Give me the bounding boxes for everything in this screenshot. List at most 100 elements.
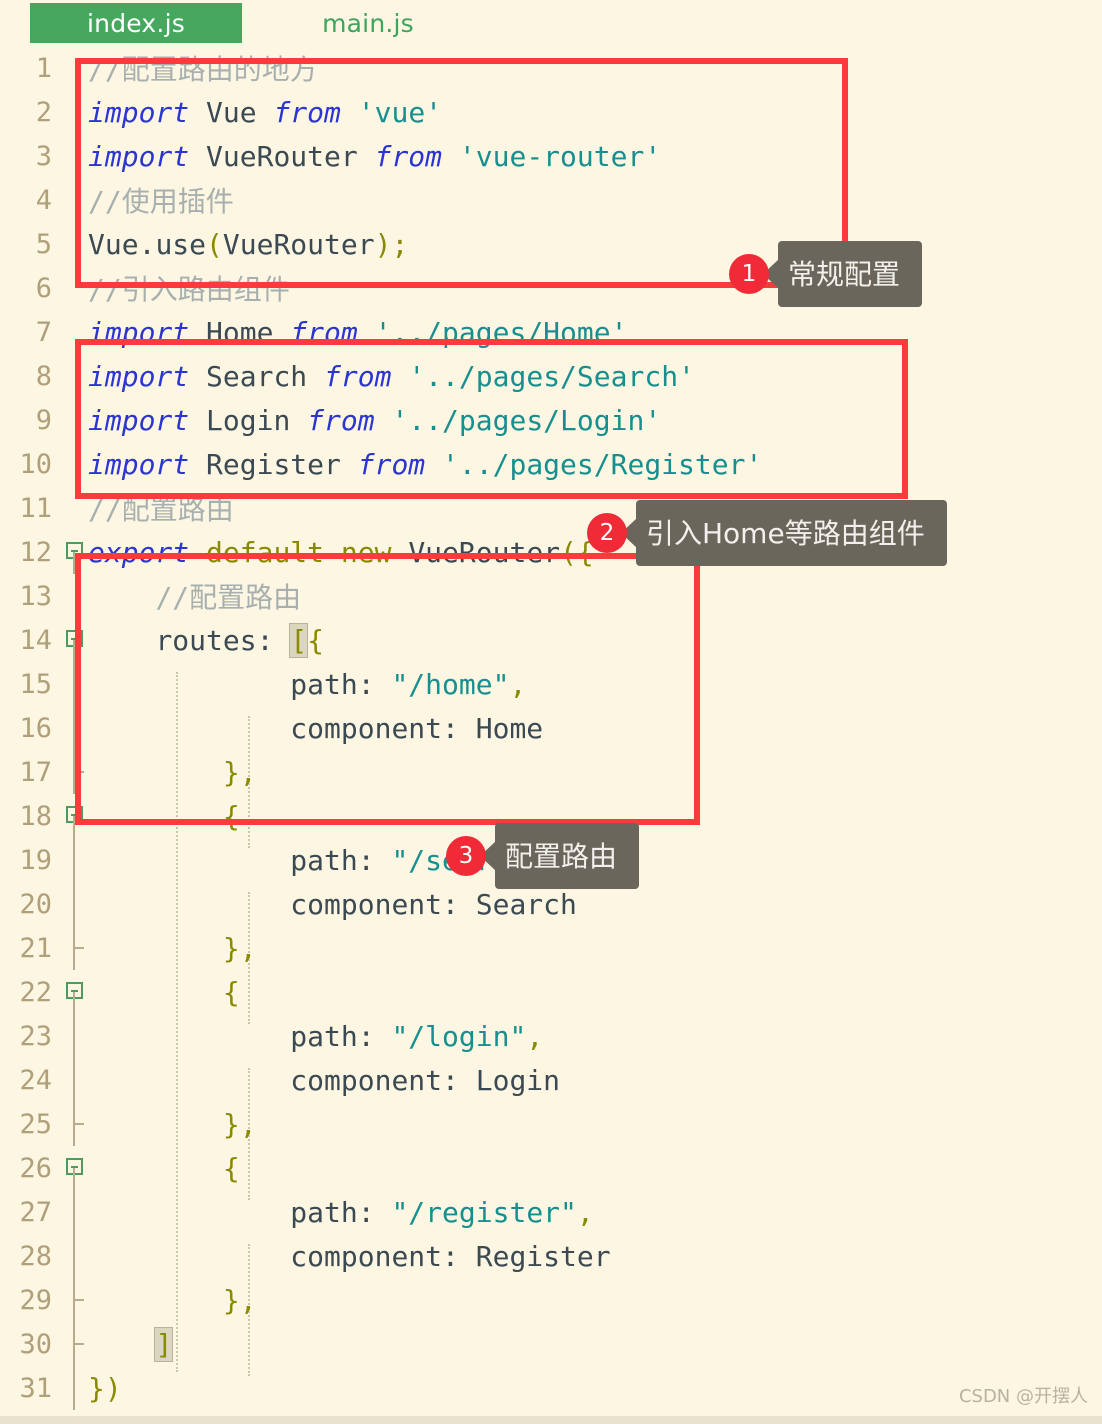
code-text: { — [222, 975, 240, 1009]
code-editor[interactable]: 1 //配置路由的地方 2 import Vue from 'vue' 3 import … — [0, 46, 1102, 1416]
line-number: 6 — [35, 272, 52, 304]
fold-gutter[interactable] — [62, 1102, 88, 1146]
code-line[interactable]: 21 }, — [0, 926, 1102, 970]
line-number: 10 — [19, 448, 52, 480]
code-line[interactable]: 5 Vue.use(VueRouter); — [0, 222, 1102, 266]
line-number: 2 — [35, 96, 52, 128]
code-text: component: Register — [290, 1239, 611, 1273]
fold-gutter[interactable] — [62, 662, 88, 706]
callout-1-badge: 1 — [729, 254, 769, 294]
code-text: //配置路由的地方 — [88, 53, 318, 86]
fold-gutter[interactable] — [62, 1322, 88, 1366]
line-number: 21 — [19, 932, 52, 964]
code-line[interactable]: 26 { — [0, 1146, 1102, 1190]
code-text: path: "/home", — [290, 667, 527, 701]
fold-gutter[interactable] — [62, 618, 88, 662]
fold-gutter[interactable] — [62, 398, 88, 442]
code-line[interactable]: 13 //配置路由 — [0, 574, 1102, 618]
code-line[interactable]: 15 path: "/home", — [0, 662, 1102, 706]
code-text: Vue.use(VueRouter); — [88, 227, 409, 261]
fold-gutter[interactable] — [62, 838, 88, 882]
watermark: CSDN @开摆人 — [958, 1386, 1088, 1407]
code-line[interactable]: 4 //使用插件 — [0, 178, 1102, 222]
fold-line — [73, 1058, 75, 1102]
fold-gutter[interactable] — [62, 750, 88, 794]
fold-gutter[interactable] — [62, 882, 88, 926]
code-line[interactable]: 16 component: Home — [0, 706, 1102, 750]
code-line[interactable]: 30 ] — [0, 1322, 1102, 1366]
fold-line — [73, 1190, 75, 1234]
code-text: //使用插件 — [88, 185, 234, 218]
code-text: routes: [{ — [155, 622, 325, 658]
fold-line — [73, 706, 75, 750]
code-text: component: Login — [290, 1063, 561, 1097]
bottom-bar — [0, 1416, 1102, 1424]
code-line[interactable]: 14 routes: [{ — [0, 618, 1102, 662]
code-line[interactable]: 17 }, — [0, 750, 1102, 794]
fold-end-tick — [73, 1299, 84, 1301]
code-text: { — [222, 1151, 240, 1185]
fold-gutter[interactable] — [62, 442, 88, 486]
fold-gutter[interactable] — [62, 530, 88, 574]
code-text: }, — [222, 1283, 257, 1317]
fold-gutter[interactable] — [62, 1278, 88, 1322]
code-line[interactable]: 23 path: "/login", — [0, 1014, 1102, 1058]
code-line[interactable]: 10 import Register from '../pages/Registe… — [0, 442, 1102, 486]
code-line[interactable]: 22 { — [0, 970, 1102, 1014]
fold-gutter[interactable] — [62, 354, 88, 398]
code-text: import VueRouter from 'vue-router' — [88, 139, 662, 173]
tab-index-js[interactable]: index.js — [30, 3, 242, 43]
fold-gutter[interactable] — [62, 794, 88, 838]
fold-gutter[interactable] — [62, 90, 88, 134]
fold-gutter[interactable] — [62, 1190, 88, 1234]
line-number: 23 — [19, 1020, 52, 1052]
code-text: import Register from '../pages/Register' — [88, 447, 763, 481]
fold-gutter[interactable] — [62, 706, 88, 750]
fold-gutter[interactable] — [62, 1014, 88, 1058]
fold-gutter[interactable] — [62, 1058, 88, 1102]
callout-1-label: 常规配置 — [778, 241, 923, 307]
line-number: 18 — [19, 800, 52, 832]
code-line[interactable]: 24 component: Login — [0, 1058, 1102, 1102]
code-line[interactable]: 25 }, — [0, 1102, 1102, 1146]
fold-gutter[interactable] — [62, 134, 88, 178]
code-line[interactable]: 8 import Search from '../pages/Search' — [0, 354, 1102, 398]
fold-gutter[interactable] — [62, 970, 88, 1014]
code-line[interactable]: 1 //配置路由的地方 — [0, 46, 1102, 90]
line-number: 26 — [19, 1152, 52, 1184]
code-line[interactable]: 29 }, — [0, 1278, 1102, 1322]
fold-line — [73, 1366, 75, 1410]
fold-gutter[interactable] — [62, 1366, 88, 1410]
fold-line — [73, 882, 75, 926]
code-line[interactable]: 27 path: "/register", — [0, 1190, 1102, 1234]
fold-gutter[interactable] — [62, 1146, 88, 1190]
code-text: }, — [222, 931, 257, 965]
fold-gutter[interactable] — [62, 178, 88, 222]
code-text: }, — [222, 1107, 257, 1141]
fold-gutter[interactable] — [62, 310, 88, 354]
fold-gutter[interactable] — [62, 926, 88, 970]
code-text: component: Search — [290, 887, 577, 921]
fold-line — [73, 662, 75, 706]
fold-gutter[interactable] — [62, 574, 88, 618]
fold-gutter[interactable] — [62, 222, 88, 266]
code-line[interactable]: 9 import Login from '../pages/Login' — [0, 398, 1102, 442]
fold-gutter[interactable] — [62, 486, 88, 530]
line-number: 15 — [19, 668, 52, 700]
fold-gutter[interactable] — [62, 266, 88, 310]
code-line[interactable]: 6 //引入路由组件 — [0, 266, 1102, 310]
line-number: 20 — [19, 888, 52, 920]
code-line[interactable]: 31}) — [0, 1366, 1102, 1410]
line-number: 31 — [19, 1372, 52, 1404]
code-line[interactable]: 7 import Home from '../pages/Home' — [0, 310, 1102, 354]
line-number: 1 — [35, 52, 52, 84]
code-text: import Home from '../pages/Home' — [88, 315, 628, 349]
fold-gutter[interactable] — [62, 1234, 88, 1278]
code-text: import Vue from 'vue' — [88, 95, 443, 129]
code-line[interactable]: 28 component: Register — [0, 1234, 1102, 1278]
code-line[interactable]: 2 import Vue from 'vue' — [0, 90, 1102, 134]
tab-main-js[interactable]: main.js — [300, 3, 436, 43]
callout-2-label: 引入Home等路由组件 — [636, 500, 947, 566]
code-line[interactable]: 3 import VueRouter from 'vue-router' — [0, 134, 1102, 178]
fold-gutter[interactable] — [62, 46, 88, 90]
